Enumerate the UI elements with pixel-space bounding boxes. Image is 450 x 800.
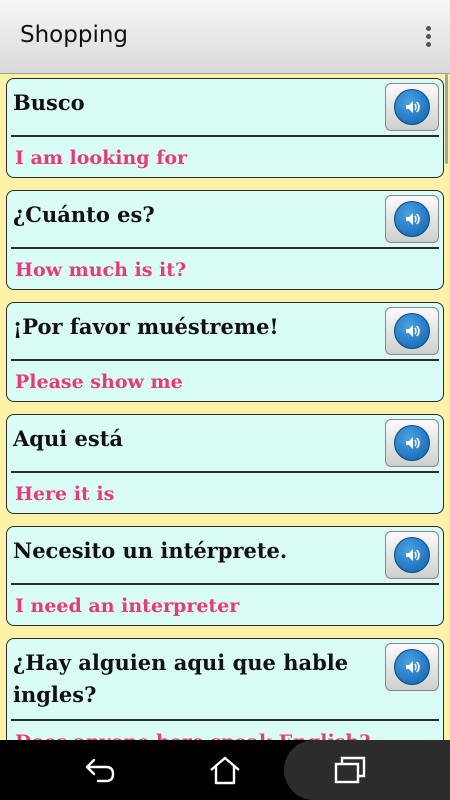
speaker-icon — [394, 649, 430, 685]
list-item[interactable]: Necesito un intérprete. I need an interp… — [0, 522, 450, 634]
phrase-card[interactable]: Necesito un intérprete. I need an interp… — [6, 526, 444, 626]
recents-button[interactable] — [310, 740, 390, 800]
phrase-text: Aqui está — [13, 426, 124, 451]
more-vert-icon[interactable] — [422, 26, 434, 52]
speak-button[interactable] — [385, 419, 439, 467]
phrase-text: Busco — [13, 90, 85, 115]
translation-text: Here it is — [15, 483, 115, 505]
phrase-card[interactable]: ¿Hay alguien aqui que hable ingles? Does… — [6, 638, 444, 740]
speak-button[interactable] — [385, 307, 439, 355]
speaker-icon — [394, 537, 430, 573]
system-nav-bar — [0, 740, 450, 800]
speak-button[interactable] — [385, 83, 439, 131]
list-item[interactable]: Aqui está Here it is — [0, 410, 450, 522]
translation-text: I need an interpreter — [15, 595, 240, 617]
divider — [11, 719, 439, 721]
phrase-text: ¿Cuánto es? — [13, 202, 155, 227]
speak-button[interactable] — [385, 643, 439, 691]
scrollbar[interactable] — [445, 74, 448, 164]
divider — [11, 359, 439, 361]
divider — [11, 583, 439, 585]
list-item[interactable]: Busco I am looking for — [0, 74, 450, 186]
translation-text: I am looking for — [15, 147, 188, 169]
speaker-icon — [394, 201, 430, 237]
speaker-icon — [394, 89, 430, 125]
speaker-icon — [394, 313, 430, 349]
phrase-card[interactable]: Busco I am looking for — [6, 78, 444, 178]
phrase-text: Necesito un intérprete. — [13, 538, 288, 563]
back-icon — [85, 758, 115, 783]
home-button[interactable] — [185, 740, 265, 800]
translation-text: Please show me — [15, 371, 183, 393]
list-item[interactable]: ¿Cuánto es? How much is it? — [0, 186, 450, 298]
speak-button[interactable] — [385, 195, 439, 243]
divider — [11, 471, 439, 473]
translation-text: Does anyone here speak English? — [15, 731, 370, 740]
phrase-text: ¿Hay alguien aqui que hable ingles? — [13, 650, 349, 707]
phrase-list[interactable]: Busco I am looking for ¿Cuánto es? How m… — [0, 74, 450, 740]
phrase-card[interactable]: ¿Cuánto es? How much is it? — [6, 190, 444, 290]
list-item[interactable]: ¿Hay alguien aqui que hable ingles? Does… — [0, 634, 450, 740]
app-bar: Shopping — [0, 0, 450, 74]
speak-button[interactable] — [385, 531, 439, 579]
list-item[interactable]: ¡Por favor muéstreme! Please show me — [0, 298, 450, 410]
translation-text: How much is it? — [15, 259, 187, 281]
divider — [11, 247, 439, 249]
page-title: Shopping — [20, 22, 129, 48]
phrase-text: ¡Por favor muéstreme! — [13, 314, 279, 339]
speaker-icon — [394, 425, 430, 461]
phrase-card[interactable]: ¡Por favor muéstreme! Please show me — [6, 302, 444, 402]
recents-icon — [334, 756, 366, 784]
divider — [11, 135, 439, 137]
phrase-card[interactable]: Aqui está Here it is — [6, 414, 444, 514]
home-icon — [210, 756, 240, 785]
back-button[interactable] — [60, 740, 140, 800]
